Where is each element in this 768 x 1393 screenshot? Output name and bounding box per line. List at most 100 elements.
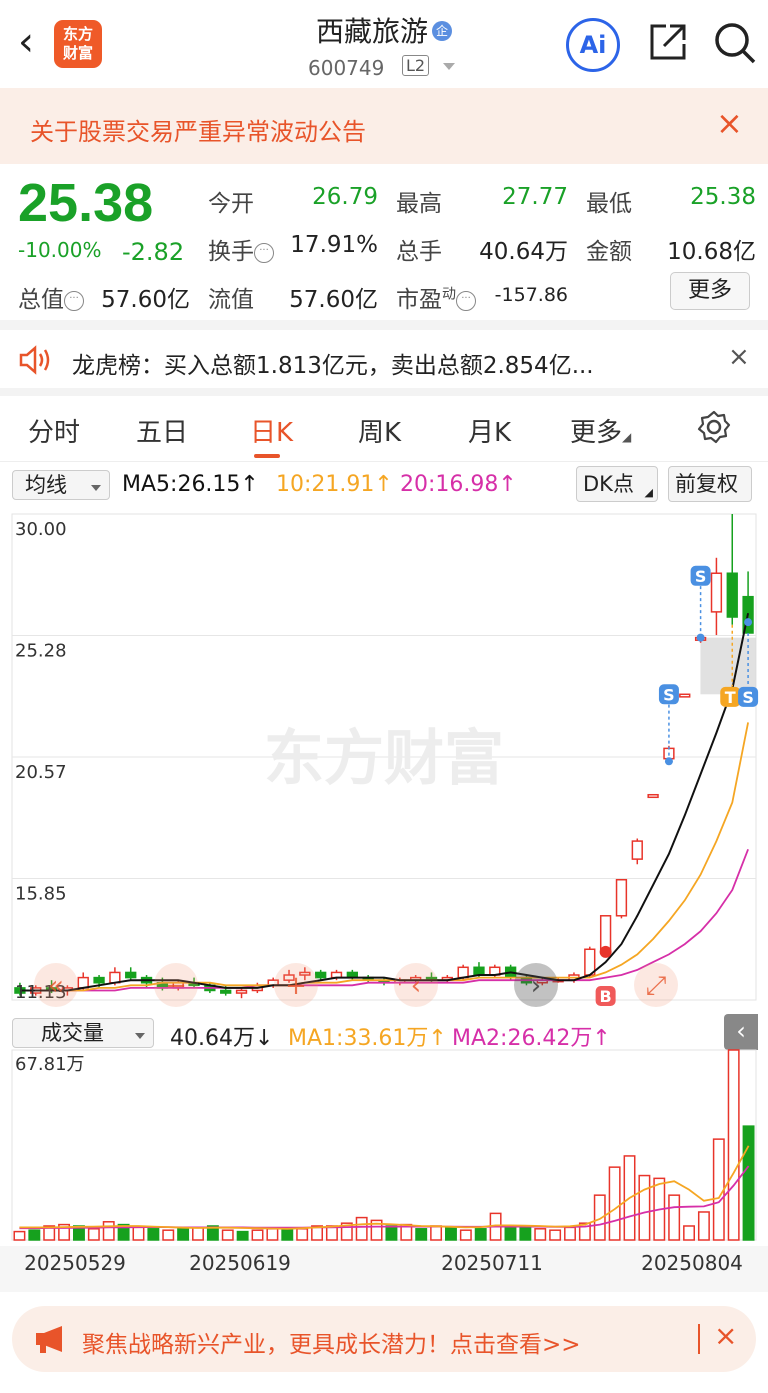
ma20-line [19,848,749,992]
close-icon[interactable]: × [714,1319,737,1352]
low-label: 最低 [586,191,632,217]
marker-letter: B [600,987,612,1006]
pe-dynamic-sup: 动 [442,286,456,303]
notice-text[interactable]: 关于股票交易严重异常波动公告 [30,112,366,147]
volume-bar [564,1226,576,1241]
date-tick-label: 20250804 [641,1251,743,1275]
mktcap-value: 57.60亿 [101,287,190,313]
tab-weekly-k[interactable]: 周K [358,412,401,449]
marker-letter: S [742,688,754,707]
low-value: 25.38 [690,184,756,210]
megaphone-icon [36,1326,62,1353]
info-icon[interactable]: ··· [254,243,274,263]
volume-bar [28,1229,41,1241]
ma5-value: MA5:26.15↑ [122,472,259,497]
level2-badge[interactable]: L2 [402,55,430,76]
volume-bar [549,1229,562,1241]
candle-body [315,971,327,979]
mktcap-label: 总值 ··· [18,280,84,314]
scroll-left-icon[interactable]: ‹ [411,971,421,1001]
active-tab-indicator [254,454,280,458]
volume-bar [668,1194,681,1241]
candle-body [235,989,248,994]
chevron-down-icon[interactable] [443,63,455,70]
more-button[interactable]: 更多 [670,272,750,310]
lhb-banner[interactable]: 龙虎榜：买入总额1.813亿元，卖出总额2.854亿... × [0,330,768,392]
trade-markers: BSST S [595,565,759,1006]
gear-icon[interactable] [697,410,731,444]
candle-body [647,793,659,799]
period-tabs: 分时 五日 日K 周K 月K 更多◢ [0,396,768,462]
divider [698,1324,700,1354]
price-axis-labels: 30.0025.2820.5715.8511.13 [15,519,67,1003]
zoom-in-icon[interactable]: + [285,971,307,1001]
zoom-out-icon[interactable]: − [165,971,187,1001]
tab-more[interactable]: 更多◢ [570,412,631,449]
volume-chart[interactable]: 67.81万 20250529 20250619 20250711 20250804 [0,1014,768,1294]
volume-bar [712,1138,725,1241]
info-icon[interactable]: ··· [64,291,84,311]
dk-point-label: DK点 [583,472,634,496]
price-tick-label: 30.00 [15,519,67,540]
stock-code: 600749 [308,56,385,80]
marker-letter: S [663,685,675,704]
date-tick-label: 20250711 [441,1251,543,1275]
turnover-label-text: 换手 [208,239,254,265]
last-price: 25.38 [18,173,154,233]
candle-body [125,971,137,979]
volume-bar [415,1228,428,1241]
volume-bar [13,1230,26,1241]
close-icon[interactable]: × [728,342,750,372]
speaker-icon [19,345,50,375]
candle-body [710,572,723,613]
search-icon[interactable] [712,20,758,66]
volume-bar [459,1229,472,1241]
ai-button[interactable]: Ai [566,18,620,72]
info-icon[interactable]: ··· [456,291,476,311]
volume-bar [87,1228,100,1241]
candlestick-chart[interactable]: 东方财富 BSSTS 30.0025.2820.5715.8511.13 «−+… [0,504,768,1014]
volume-bar [608,1166,621,1241]
price-adjust-button[interactable]: 前复权 [668,466,752,502]
volume-bar [192,1226,204,1241]
turnover-label: 换手 ··· [208,232,274,266]
tab-intraday[interactable]: 分时 [28,412,80,449]
volume-bar [430,1225,443,1241]
volume-bar [742,1125,755,1241]
tab-more-label: 更多 [570,418,623,448]
indicator-select-label: 均线 [25,473,67,497]
marker-dot [599,945,612,958]
tab-five-day[interactable]: 五日 [136,412,188,449]
close-icon[interactable]: × [716,104,743,142]
scroll-right-icon[interactable]: › [531,971,541,1001]
promo-text[interactable]: 聚焦战略新兴产业，更具成长潜力！点击查看>> [82,1325,581,1359]
tab-monthly-k[interactable]: 月K [468,412,511,449]
date-tick-label: 20250529 [24,1251,126,1275]
indicator-select[interactable]: 均线 [12,470,110,500]
share-icon[interactable] [646,20,690,64]
lhb-text[interactable]: 龙虎榜：买入总额1.813亿元，卖出总额2.854亿... [72,346,594,380]
promo-banner[interactable]: 聚焦战略新兴产业，更具成长潜力！点击查看>> × [12,1306,756,1372]
tab-daily-k[interactable]: 日K [250,412,293,449]
volume-bar [519,1225,532,1241]
volume-label: 总手 [396,239,442,265]
pe-label-text: 市盈 [396,287,442,313]
volume-bar [281,1229,294,1241]
dk-point-button[interactable]: DK点 ◢ [576,466,658,502]
volume-bar [177,1228,190,1241]
scroll-left-fast-icon[interactable]: « [48,971,64,1001]
float-cap-label: 流值 [208,287,254,313]
marker-letter: S [695,567,707,586]
marker-letter: T [725,688,736,707]
mktcap-label-text: 总值 [18,287,64,313]
notice-banner[interactable]: 关于股票交易严重异常波动公告 × [0,88,768,164]
top-header: ‹ 东方 财富 西藏旅游企 600749 L2 Ai [0,0,768,86]
ma-legend-bar: 均线 MA5:26.15↑ 10:21.91↑ 20:16.98↑ DK点 ◢ 前… [0,466,768,504]
candle-body [473,966,485,976]
expand-icon[interactable]: ⤢ [646,971,667,1001]
volume-bar [236,1230,249,1241]
candle-body [615,878,628,917]
watermark: 东方财富 [264,724,504,794]
volume-bar [132,1226,145,1241]
candle-body [631,840,643,860]
